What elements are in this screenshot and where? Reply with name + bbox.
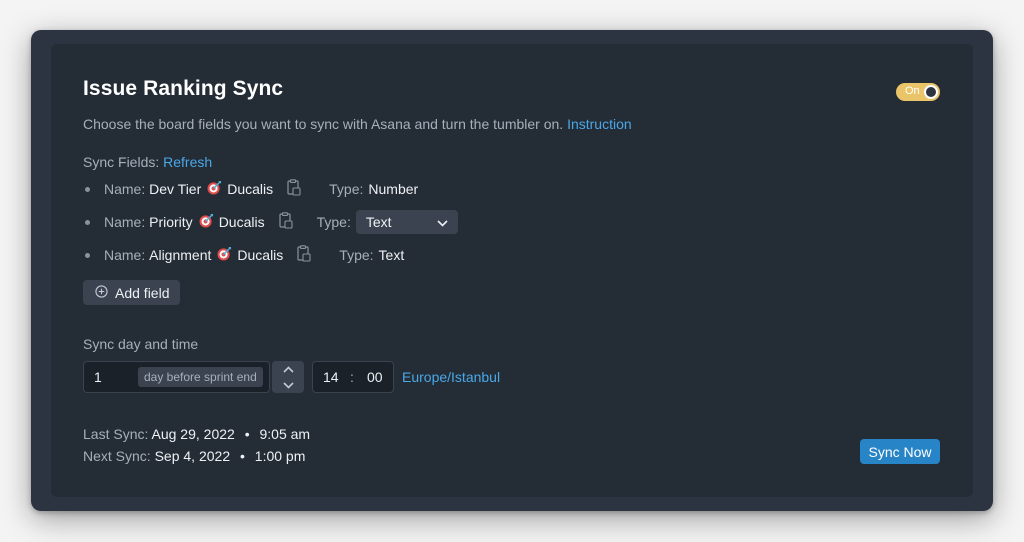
day-offset-input[interactable]: 1 day before sprint end bbox=[83, 361, 270, 393]
day-offset-value: 1 bbox=[94, 369, 102, 385]
last-sync-label: Last Sync: bbox=[83, 426, 149, 442]
field-type: Number bbox=[368, 181, 419, 197]
field-name-label: Name: bbox=[104, 181, 146, 197]
window-frame: Issue Ranking Sync On Choose the board f… bbox=[31, 30, 993, 511]
field-name: Priority bbox=[149, 214, 193, 230]
dartboard-icon bbox=[217, 246, 232, 264]
separator-dot: • bbox=[240, 448, 245, 464]
sync-field-row: Name: Dev Tier Ducalis Type: Number bbox=[83, 177, 418, 201]
sync-settings-card: Issue Ranking Sync On Choose the board f… bbox=[51, 44, 973, 497]
bullet bbox=[85, 219, 90, 225]
field-type-label: Type: bbox=[329, 181, 364, 197]
day-offset-suffix: day before sprint end bbox=[138, 367, 263, 387]
next-sync-info: Next Sync: Sep 4, 2022 • 1:00 pm bbox=[83, 448, 305, 464]
hour-input[interactable]: 14 bbox=[323, 369, 339, 385]
field-type-label: Type: bbox=[339, 247, 374, 263]
sync-day-time-label: Sync day and time bbox=[83, 336, 199, 352]
next-sync-time: 1:00 pm bbox=[254, 448, 306, 464]
time-separator: : bbox=[350, 369, 354, 385]
dartboard-icon bbox=[207, 180, 222, 198]
bullet bbox=[85, 186, 90, 192]
next-sync-date: Sep 4, 2022 bbox=[154, 448, 231, 464]
toggle-knob bbox=[924, 85, 938, 99]
sync-now-button[interactable]: Sync Now bbox=[860, 439, 940, 464]
description-text: Choose the board fields you want to sync… bbox=[83, 116, 564, 132]
stepper-up-button[interactable] bbox=[272, 361, 304, 377]
stepper-down-button[interactable] bbox=[272, 377, 304, 393]
sync-fields-header: Sync Fields: Refresh bbox=[83, 154, 212, 170]
field-type-select[interactable]: Text bbox=[355, 210, 458, 234]
field-type-label: Type: bbox=[316, 214, 351, 230]
sync-fields-label: Sync Fields: bbox=[83, 154, 160, 170]
refresh-link[interactable]: Refresh bbox=[163, 154, 212, 170]
copy-icon[interactable] bbox=[278, 212, 293, 232]
description: Choose the board fields you want to sync… bbox=[83, 116, 632, 132]
field-name-label: Name: bbox=[104, 214, 146, 230]
timezone-link[interactable]: Europe/Istanbul bbox=[402, 369, 500, 385]
field-source: Ducalis bbox=[237, 247, 284, 263]
sync-field-row: Name: Priority Ducalis Type: Text bbox=[83, 210, 458, 234]
page-title: Issue Ranking Sync bbox=[83, 77, 284, 100]
plus-circle-icon bbox=[95, 284, 115, 301]
add-field-button[interactable]: Add field bbox=[83, 280, 180, 305]
sync-field-row: Name: Alignment Ducalis Type: Text bbox=[83, 243, 404, 267]
instruction-link[interactable]: Instruction bbox=[567, 116, 632, 132]
dartboard-icon bbox=[199, 213, 214, 231]
last-sync-date: Aug 29, 2022 bbox=[151, 426, 235, 442]
add-field-label: Add field bbox=[115, 284, 170, 301]
toggle-label: On bbox=[905, 85, 920, 97]
last-sync-time: 9:05 am bbox=[259, 426, 311, 442]
bullet bbox=[85, 252, 90, 258]
copy-icon[interactable] bbox=[287, 179, 301, 199]
field-source: Ducalis bbox=[227, 181, 274, 197]
field-name: Dev Tier bbox=[149, 181, 202, 197]
chevron-down-icon bbox=[437, 214, 448, 230]
chevron-down-icon bbox=[282, 376, 294, 394]
field-type: Text bbox=[378, 247, 405, 263]
sync-toggle[interactable]: On bbox=[896, 83, 940, 101]
last-sync-info: Last Sync: Aug 29, 2022 • 9:05 am bbox=[83, 426, 310, 442]
next-sync-label: Next Sync: bbox=[83, 448, 151, 464]
separator-dot: • bbox=[244, 426, 250, 442]
field-name-label: Name: bbox=[104, 247, 146, 263]
minute-input[interactable]: 00 bbox=[367, 369, 383, 385]
day-offset-stepper bbox=[272, 361, 304, 393]
field-source: Ducalis bbox=[218, 214, 265, 230]
copy-icon[interactable] bbox=[297, 245, 311, 265]
field-name: Alignment bbox=[149, 247, 212, 263]
time-input: 14 : 00 bbox=[312, 361, 394, 393]
field-type: Text bbox=[365, 214, 392, 230]
